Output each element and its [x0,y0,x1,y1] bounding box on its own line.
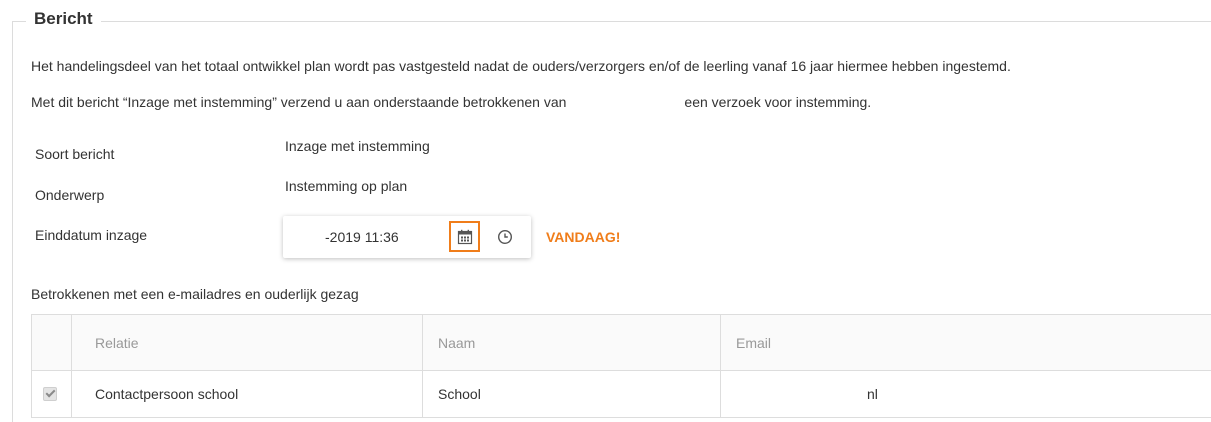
paragraph-2-text-start: Met dit bericht “Inzage met instemming” … [31,94,566,110]
betrokkenen-title: Betrokkenen met een e-mailadres en ouder… [31,286,359,302]
einddatum-input[interactable]: -2019 11:36 [325,229,399,245]
paragraph-2-text-end: een verzoek voor instemming. [684,94,871,110]
soort-bericht-value: Inzage met instemming [285,138,430,154]
onderwerp-value: Instemming op plan [285,178,407,194]
calendar-button[interactable] [449,221,480,252]
select-cell [32,371,72,418]
bericht-legend: Bericht [26,9,101,29]
table-row: Contactpersoon school School nl [32,371,1211,418]
column-header-relatie[interactable]: Relatie [72,315,423,371]
column-header-email[interactable]: Email [721,315,1211,371]
einddatum-label: Einddatum inzage [35,227,147,243]
naam-cell: School [423,371,721,418]
einddatum-datetime-picker[interactable]: -2019 11:36 [283,216,531,258]
calendar-icon [457,229,473,245]
soort-bericht-label: Soort bericht [35,146,114,162]
time-button[interactable] [493,225,517,249]
relatie-cell: Contactpersoon school [72,371,423,418]
onderwerp-label: Onderwerp [35,187,104,203]
select-column-header [32,315,72,371]
email-cell: nl [721,371,1211,418]
today-link[interactable]: VANDAAG! [546,229,620,245]
column-header-naam[interactable]: Naam [423,315,721,371]
instruction-paragraph-1: Het handelingsdeel van het totaal ontwik… [31,58,1011,74]
instruction-paragraph-2: Met dit bericht “Inzage met instemming” … [31,94,871,110]
row-checkbox[interactable] [43,387,57,401]
betrokkenen-table: Relatie Naam Email Contactpersoon school… [31,314,1211,418]
clock-icon [497,229,513,245]
table-header-row: Relatie Naam Email [32,315,1211,371]
